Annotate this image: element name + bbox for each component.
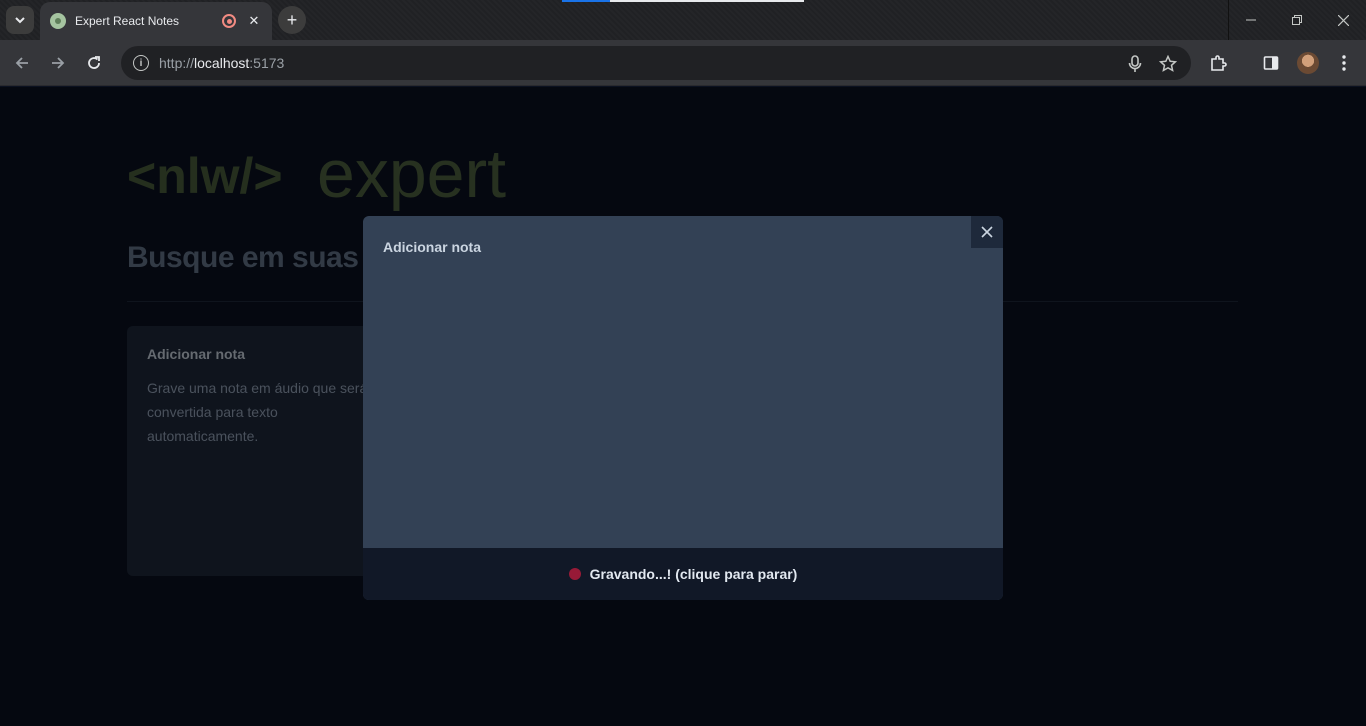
restore-icon bbox=[1292, 15, 1302, 25]
profile-avatar[interactable] bbox=[1297, 52, 1319, 74]
dialog-title: Adicionar nota bbox=[383, 239, 482, 255]
site-favicon-icon bbox=[50, 13, 66, 29]
tab-search-button[interactable] bbox=[6, 6, 34, 34]
reload-icon bbox=[88, 56, 100, 69]
minimize-icon bbox=[1246, 19, 1256, 21]
tab-close-icon[interactable]: ✕ bbox=[246, 13, 262, 29]
add-note-dialog: Adicionar nota Gravando...! (clique para… bbox=[363, 216, 1003, 600]
arrow-left-icon bbox=[15, 57, 28, 69]
side-panel-button[interactable] bbox=[1257, 49, 1285, 77]
close-icon bbox=[1337, 14, 1349, 26]
reload-button[interactable] bbox=[80, 49, 108, 77]
forward-button[interactable] bbox=[44, 49, 72, 77]
puzzle-icon bbox=[1211, 55, 1227, 71]
chevron-down-icon bbox=[15, 17, 25, 24]
new-tab-button[interactable]: + bbox=[278, 6, 306, 34]
browser-toolbar: i http://localhost:5173 bbox=[0, 40, 1366, 86]
browser-tab-bar: Expert React Notes ✕ + bbox=[0, 0, 1366, 40]
window-close-button[interactable] bbox=[1320, 0, 1366, 40]
arrow-right-icon bbox=[52, 57, 65, 69]
loading-bar bbox=[562, 0, 804, 2]
tab-title: Expert React Notes bbox=[75, 14, 180, 28]
close-icon bbox=[981, 226, 993, 238]
recording-dot-icon bbox=[568, 568, 581, 580]
extensions-button[interactable] bbox=[1204, 49, 1232, 77]
side-panel-icon bbox=[1263, 56, 1279, 70]
site-info-icon[interactable]: i bbox=[133, 55, 149, 71]
recording-indicator-icon bbox=[222, 14, 236, 28]
more-vertical-icon bbox=[1342, 55, 1346, 71]
stop-recording-button[interactable]: Gravando...! (clique para parar) bbox=[363, 548, 1003, 600]
url-text: http://localhost:5173 bbox=[159, 55, 285, 71]
browser-tab[interactable]: Expert React Notes ✕ bbox=[40, 2, 272, 40]
address-bar[interactable]: i http://localhost:5173 bbox=[121, 46, 1191, 80]
minimize-button[interactable] bbox=[1228, 0, 1274, 40]
recording-label: Gravando...! (clique para parar) bbox=[589, 566, 798, 582]
back-button[interactable] bbox=[8, 49, 36, 77]
restore-button[interactable] bbox=[1274, 0, 1320, 40]
dialog-close-button[interactable] bbox=[971, 216, 1003, 248]
browser-menu-button[interactable] bbox=[1330, 49, 1358, 77]
microphone-icon[interactable] bbox=[1125, 54, 1145, 74]
bookmark-star-icon[interactable] bbox=[1158, 54, 1178, 74]
